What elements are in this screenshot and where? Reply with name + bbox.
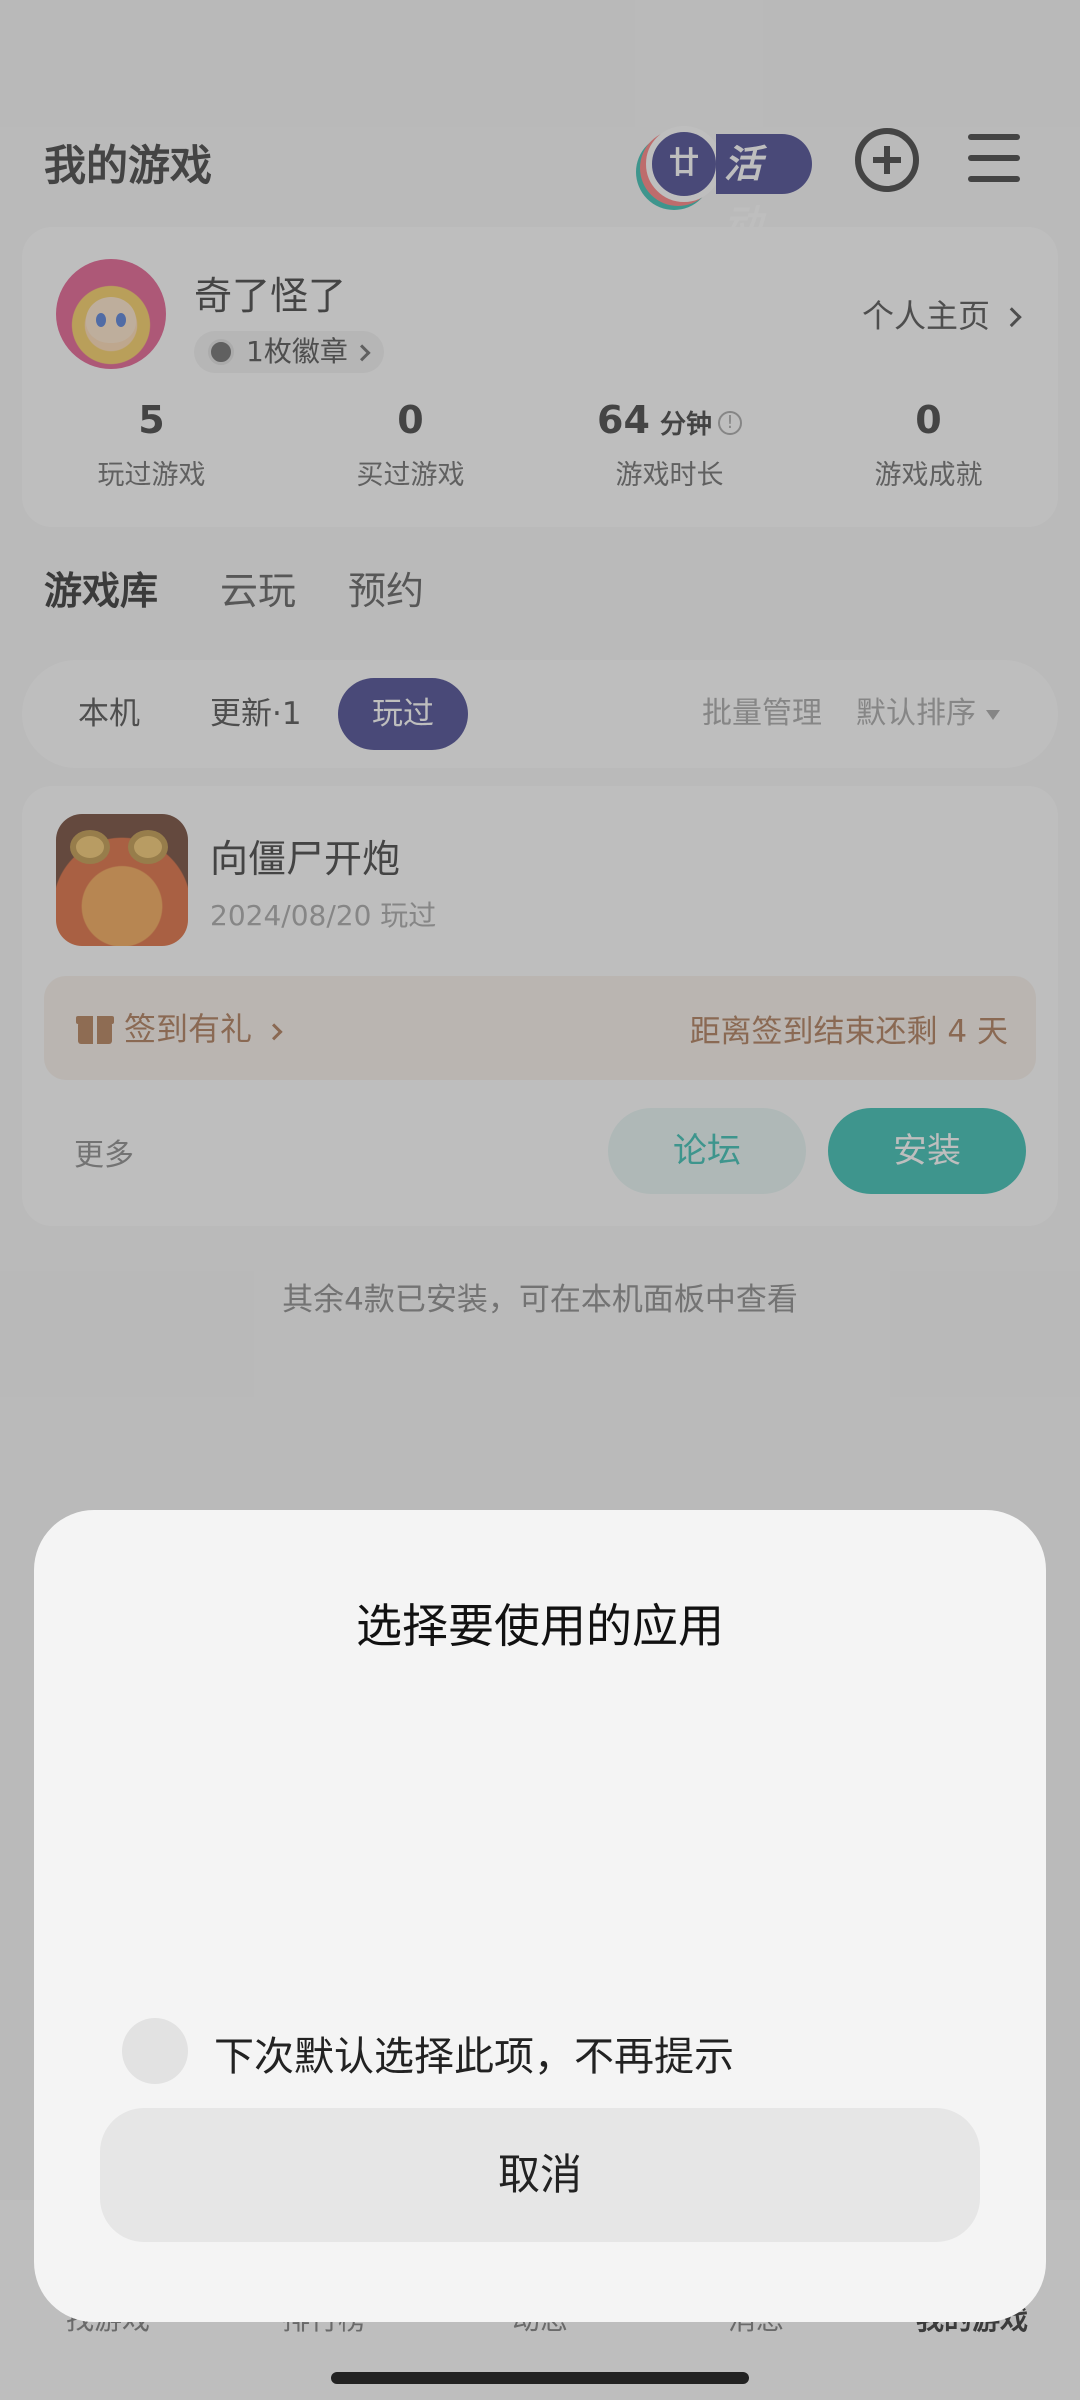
cancel-button[interactable]: 取消 [100, 2108, 980, 2242]
remember-choice-radio[interactable] [122, 2018, 188, 2084]
remember-choice-label[interactable]: 下次默认选择此项，不再提示 [214, 2024, 734, 2082]
dialog-title: 选择要使用的应用 [356, 1599, 724, 1653]
home-indicator[interactable] [331, 2372, 749, 2384]
app-chooser-dialog: 选择要使用的应用 下次默认选择此项，不再提示 取消 [34, 1510, 1046, 2322]
app-root: 我的游戏 廿 活动 奇了怪了 1枚徽章 个人主页 5 玩过游戏 0 买过游戏 6… [0, 0, 1080, 2400]
